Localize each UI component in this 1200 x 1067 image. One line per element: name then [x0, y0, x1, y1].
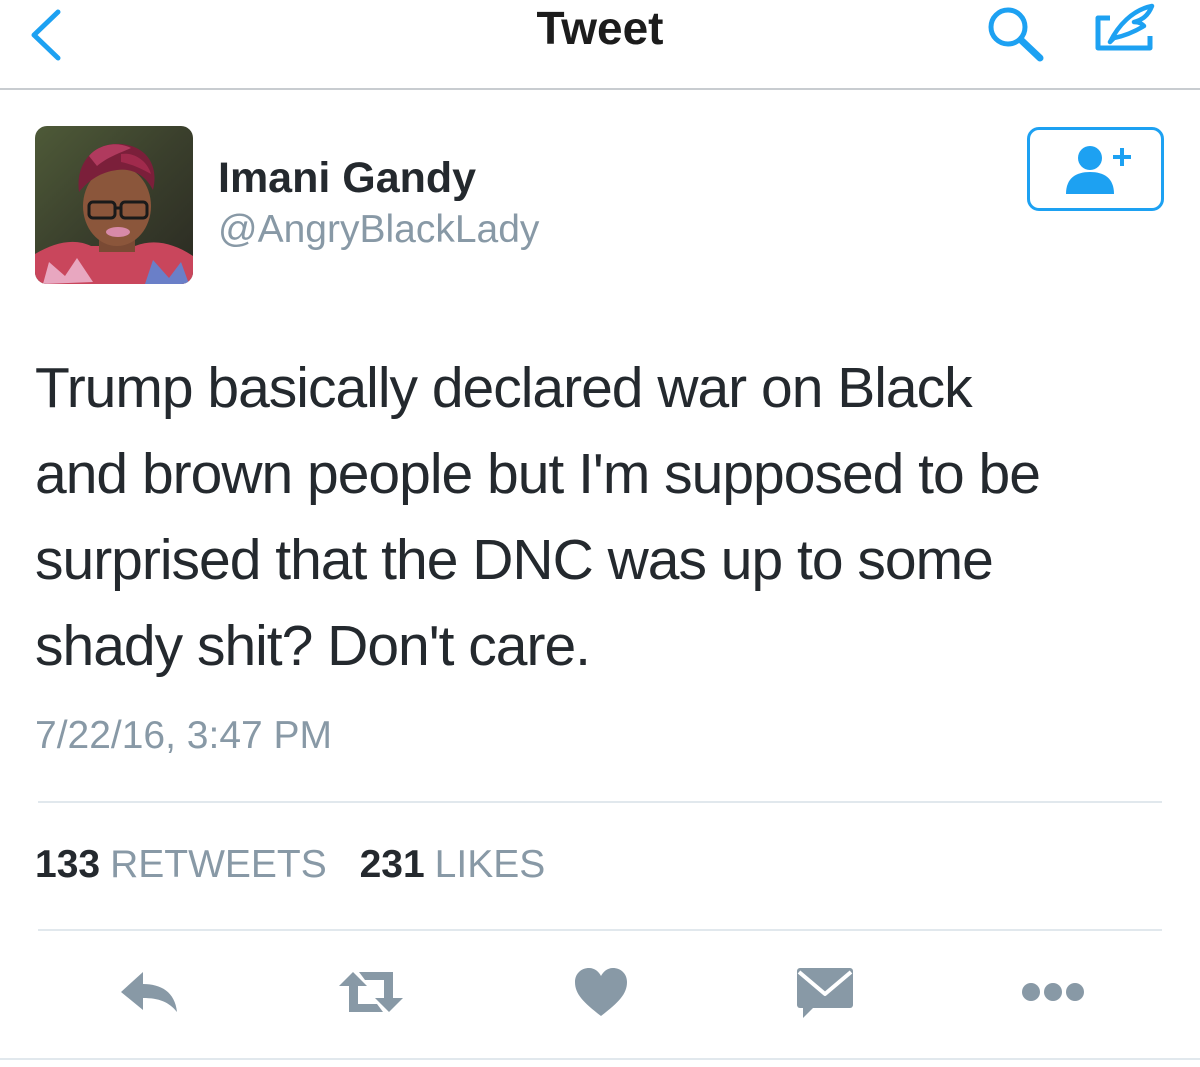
reply-button[interactable]: [109, 960, 189, 1024]
navigation-bar: Tweet: [0, 0, 1200, 90]
likes-count: 231: [359, 843, 425, 886]
search-icon: [988, 7, 1044, 62]
compose-button[interactable]: [1088, 0, 1160, 60]
divider: [0, 1058, 1200, 1060]
more-icon: [1022, 983, 1084, 1001]
likes-stat[interactable]: 231 LIKES: [360, 841, 546, 889]
tweet-text-line: and brown people but I'm supposed to be: [35, 442, 1041, 506]
tweet-stats: 133 RETWEETS 231 LIKES: [35, 841, 545, 889]
retweets-stat[interactable]: 133 RETWEETS: [35, 841, 327, 889]
tweet-timestamp: 7/22/16, 3:47 PM: [35, 714, 333, 757]
reply-icon: [121, 972, 177, 1012]
likes-label: LIKES: [434, 843, 546, 886]
tweet-text-line: Trump basically declared war on Black: [35, 356, 973, 420]
author-name[interactable]: Imani Gandy: [218, 152, 476, 204]
back-button[interactable]: [22, 6, 72, 64]
follow-button[interactable]: [1027, 127, 1164, 211]
retweets-label: RETWEETS: [110, 843, 327, 886]
chevron-left-icon: [31, 9, 61, 61]
direct-message-button[interactable]: [785, 960, 865, 1024]
tweet-text-line: shady shit? Don't care.: [35, 614, 591, 678]
compose-icon: [1095, 3, 1155, 51]
tweet-text: Trump basically declared war on Black an…: [35, 345, 1170, 689]
direct-message-icon: [797, 968, 853, 1018]
retweets-count: 133: [35, 843, 101, 886]
author-handle[interactable]: @AngryBlackLady: [218, 206, 539, 254]
divider: [38, 929, 1162, 931]
more-button[interactable]: [1013, 960, 1093, 1024]
like-icon: [575, 968, 627, 1016]
add-user-icon: [1066, 146, 1131, 194]
tweet-text-line: surprised that the DNC was up to some: [35, 528, 994, 592]
avatar[interactable]: [35, 126, 193, 284]
like-button[interactable]: [561, 960, 641, 1024]
divider: [38, 801, 1162, 803]
search-button[interactable]: [984, 4, 1050, 62]
retweet-icon: [339, 972, 403, 1012]
retweet-button[interactable]: [331, 960, 411, 1024]
